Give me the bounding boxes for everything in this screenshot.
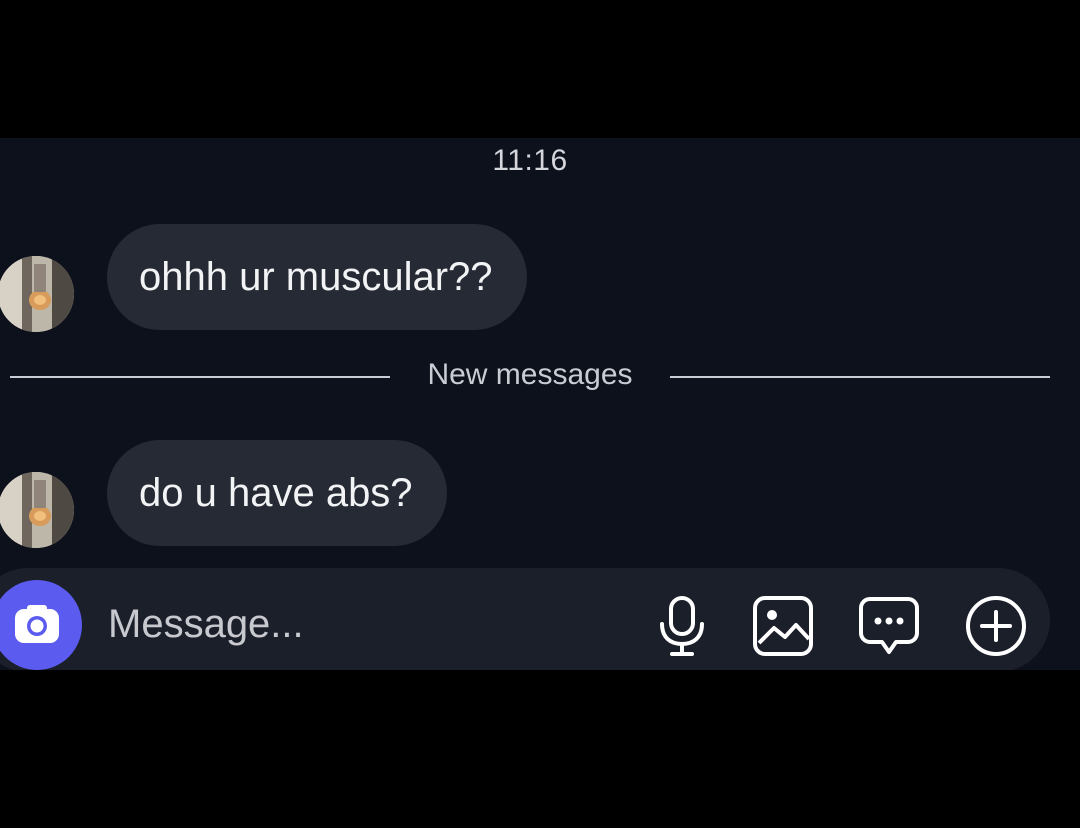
message-bubble[interactable]: ohhh ur muscular?? (107, 224, 527, 330)
letterbox-top (0, 0, 1080, 138)
microphone-icon (660, 596, 704, 656)
avatar[interactable] (0, 256, 74, 332)
message-input[interactable]: Message... (108, 602, 304, 647)
letterbox-bottom (0, 670, 1080, 828)
chat-bubble-icon (859, 597, 919, 654)
more-options-button[interactable] (964, 594, 1028, 658)
sticker-button[interactable] (857, 594, 921, 658)
camera-icon (15, 605, 59, 643)
plus-circle-icon (966, 596, 1026, 656)
new-messages-label: New messages (427, 358, 633, 391)
divider-line-right (670, 376, 1050, 378)
microphone-button[interactable] (650, 594, 714, 658)
chat-thread: 11:16 ohhh ur muscular?? New messages do… (0, 138, 1080, 670)
avatar[interactable] (0, 472, 74, 548)
new-messages-divider: New messages (0, 356, 1080, 396)
image-icon (753, 596, 813, 656)
message-bubble[interactable]: do u have abs? (107, 440, 447, 546)
divider-line-left (10, 376, 390, 378)
gallery-button[interactable] (751, 594, 815, 658)
message-timestamp: 11:16 (492, 144, 568, 177)
message-row: do u have abs? (0, 440, 1080, 548)
message-row: ohhh ur muscular?? (0, 224, 1080, 332)
